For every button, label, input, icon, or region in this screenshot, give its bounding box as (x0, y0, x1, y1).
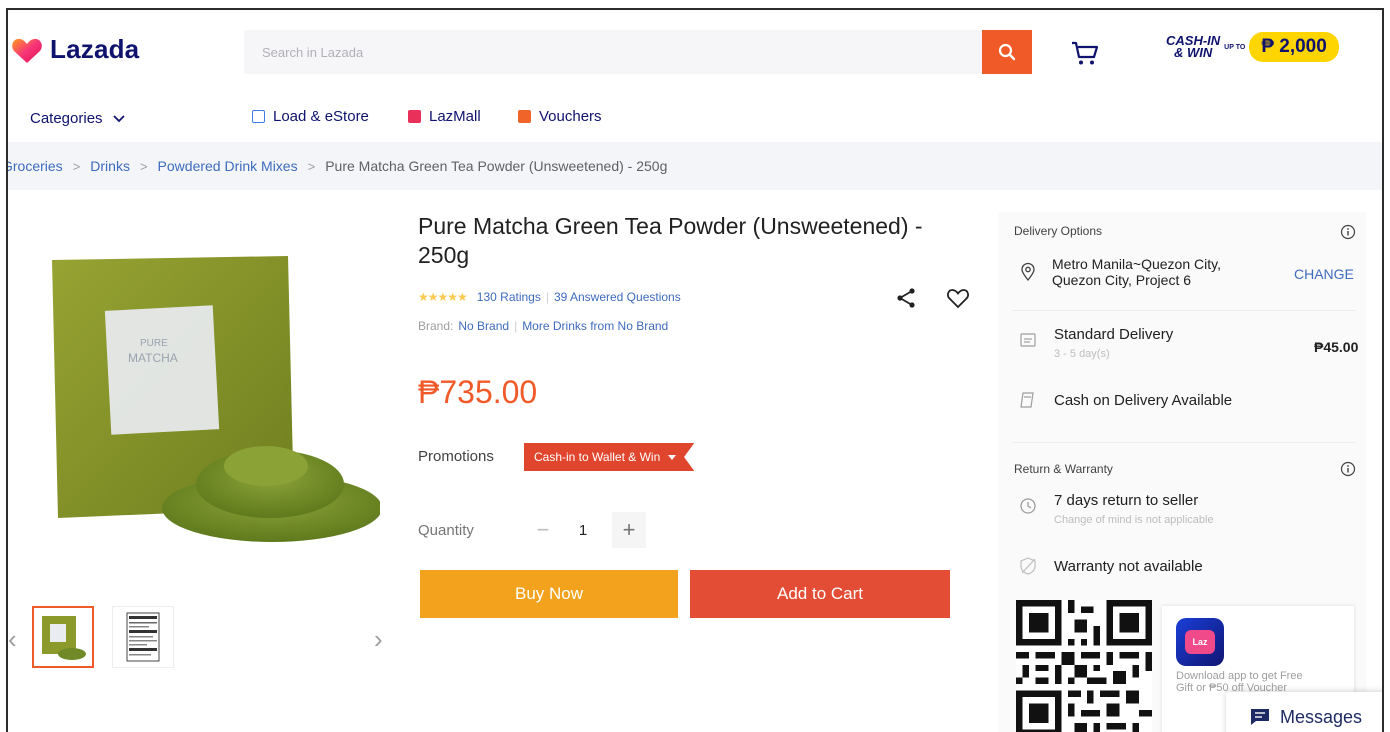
caret-down-icon (668, 454, 677, 460)
nav-bar (8, 90, 1382, 142)
no-warranty-shield-icon (1020, 557, 1036, 575)
cart-icon (1072, 41, 1099, 65)
star-rating-icon: ★★★★★ (418, 290, 468, 304)
breadcrumb-separator: > (72, 158, 81, 174)
info-icon[interactable] (1340, 461, 1356, 477)
info-icon[interactable] (1340, 224, 1356, 240)
logo-text: Lazada (50, 34, 140, 64)
cash-on-delivery-icon (1020, 392, 1034, 408)
separator: | (514, 319, 518, 333)
cashin-text: CASH-IN & WIN (1166, 33, 1221, 60)
promotions-label: Promotions (418, 448, 494, 465)
product-main-image[interactable]: PURE MATCHA (44, 246, 380, 546)
package-text-matcha: MATCHA (128, 351, 178, 365)
cart-button[interactable] (1068, 38, 1102, 68)
messages-button[interactable]: Messages (1226, 692, 1382, 732)
page-frame: Lazada CASH-IN & WIN UP TO ₱ 2,000 Categ… (6, 8, 1384, 732)
quantity-value[interactable]: 1 (568, 522, 598, 539)
nav-vouchers[interactable]: Vouchers (518, 108, 602, 125)
search-button[interactable] (982, 30, 1032, 74)
return-warranty-heading: Return & Warranty (1014, 462, 1113, 476)
gallery-next-arrow[interactable]: › (374, 624, 383, 655)
standard-delivery-days: 3 - 5 day(s) (1054, 348, 1110, 360)
nav-lazmall[interactable]: LazMall (408, 108, 481, 125)
thumbnail-image (42, 616, 86, 660)
return-policy-note: Change of mind is not applicable (1054, 514, 1214, 526)
brand-link[interactable]: No Brand (458, 319, 509, 333)
warranty-label: Warranty not available (1054, 558, 1203, 575)
share-icon[interactable] (894, 286, 918, 310)
messages-label: Messages (1279, 706, 1363, 727)
breadcrumb-drinks[interactable]: Drinks (90, 158, 130, 174)
add-to-cart-button[interactable]: Add to Cart (690, 570, 950, 618)
load-store-icon (252, 110, 265, 123)
categories-dropdown[interactable]: Categories (30, 110, 125, 127)
product-title: Pure Matcha Green Tea Powder (Unsweetene… (418, 213, 923, 268)
cashin-amount: ₱ 2,000 (1249, 32, 1339, 62)
heart-icon[interactable] (946, 287, 970, 309)
cashin-promo-banner[interactable]: CASH-IN & WIN UP TO ₱ 2,000 (1166, 32, 1339, 62)
voucher-icon (518, 110, 531, 123)
search-input[interactable] (244, 30, 982, 74)
promotion-badge-text: Cash-in to Wallet & Win (534, 450, 661, 464)
change-address-link[interactable]: CHANGE (1294, 266, 1354, 282)
delivery-address: Metro Manila~Quezon City, Quezon City, P… (1052, 256, 1221, 288)
standard-delivery-label: Standard Delivery (1054, 326, 1174, 343)
chevron-down-icon (112, 114, 125, 122)
brand-label: Brand: (418, 319, 454, 333)
product-thumbnail-1[interactable] (32, 606, 94, 668)
lazmall-icon (408, 110, 421, 123)
categories-label: Categories (30, 110, 103, 127)
delivery-truck-icon (1020, 333, 1036, 347)
standard-delivery-price: ₱45.00 (1314, 339, 1359, 355)
lazada-app-icon[interactable]: Laz (1176, 618, 1224, 666)
cashin-upto: UP TO (1224, 43, 1246, 51)
return-clock-icon (1020, 498, 1036, 514)
breadcrumb-current: Pure Matcha Green Tea Powder (Unsweetene… (325, 158, 668, 174)
divider (1012, 442, 1356, 443)
breadcrumb-groceries[interactable]: Groceries (8, 158, 63, 174)
breadcrumb-powdered-drink-mixes[interactable]: Powdered Drink Mixes (158, 158, 298, 174)
buy-now-button[interactable]: Buy Now (420, 570, 678, 618)
package-text-pure: PURE (140, 338, 168, 349)
answered-questions-link[interactable]: 39 Answered Questions (554, 290, 681, 304)
divider (1012, 310, 1356, 311)
chat-bubble-icon (1250, 709, 1269, 725)
search-icon (998, 43, 1016, 61)
ratings-row: ★★★★★ 130 Ratings | 39 Answered Question… (418, 290, 681, 304)
breadcrumb: Groceries > Drinks > Powdered Drink Mixe… (8, 158, 667, 174)
breadcrumb-separator: > (139, 158, 148, 174)
laz-app-badge: Laz (1185, 630, 1215, 654)
product-price: ₱735.00 (418, 374, 538, 410)
qr-code-image (1016, 600, 1152, 732)
quantity-label: Quantity (418, 522, 474, 539)
ratings-link[interactable]: 130 Ratings (477, 290, 541, 304)
location-pin-icon (1021, 262, 1035, 282)
return-policy-label: 7 days return to seller (1054, 492, 1199, 509)
delivery-options-heading: Delivery Options (1014, 224, 1103, 238)
more-from-brand-link[interactable]: More Drinks from No Brand (522, 319, 668, 333)
nutrition-label-thumbnail (126, 612, 160, 662)
quantity-increase-button[interactable]: + (612, 512, 646, 548)
breadcrumb-separator: > (307, 158, 316, 174)
brand-row: Brand: No Brand | More Drinks from No Br… (418, 319, 668, 333)
quantity-decrease-button[interactable]: − (528, 512, 558, 548)
gallery-prev-arrow[interactable]: ‹ (8, 624, 17, 655)
lazada-logo[interactable]: Lazada (12, 34, 139, 65)
lazada-heart-icon (12, 38, 42, 63)
product-thumbnail-2[interactable] (112, 606, 174, 668)
promotion-badge[interactable]: Cash-in to Wallet & Win (524, 443, 695, 471)
nav-load-estore[interactable]: Load & eStore (252, 108, 369, 125)
separator: | (545, 290, 549, 304)
cash-on-delivery-label: Cash on Delivery Available (1054, 392, 1233, 409)
download-app-text: Download app to get Free Gift or ₱50 off… (1176, 670, 1303, 694)
